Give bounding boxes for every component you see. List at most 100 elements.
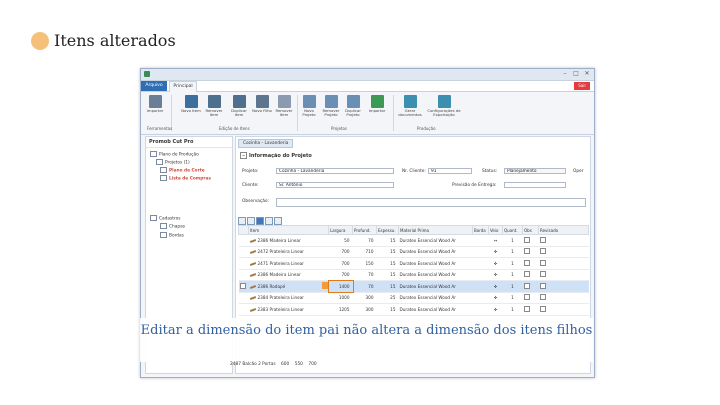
ribbon-remove-project-button[interactable]: Remover Projeto — [321, 95, 341, 118]
tree-item-chapas[interactable]: Chapas — [160, 223, 185, 230]
ribbon-import-button[interactable]: Importar — [145, 95, 165, 113]
col-header-veio[interactable]: Veio — [488, 225, 503, 235]
table-row[interactable]: 2471 Prateleira Linear 700 150 15 Duratex Es… — [238, 257, 589, 270]
cell-largura[interactable]: 700 — [328, 257, 353, 270]
cliente-field[interactable]: Sr. Antônio — [276, 182, 394, 188]
table-row[interactable]: 2386 Rodapé 1400 70 15 Duratex Essencial Woo… — [238, 279, 589, 293]
cell-quant[interactable]: 1 — [502, 280, 523, 293]
cell-borda[interactable] — [472, 269, 489, 281]
cell-revisado[interactable] — [538, 257, 589, 270]
ribbon-generate-docs-button[interactable]: Gerar documentos — [397, 95, 423, 118]
projeto-field[interactable]: Cozinha - Lavanderia — [276, 168, 394, 174]
cell-quant[interactable]: 1 — [502, 234, 523, 247]
col-header-profund[interactable]: Profund. — [352, 225, 377, 235]
minimize-icon[interactable]: – — [562, 70, 568, 77]
checkbox[interactable] — [523, 282, 530, 289]
ribbon-duplicate-item-button[interactable]: Duplicar Item — [229, 95, 249, 118]
cell-item[interactable]: 2386 Madeira Linear — [248, 269, 329, 281]
ribbon-duplicate-project-button[interactable]: Duplicar Projeto — [343, 95, 363, 118]
cell-item[interactable]: 2386 Madeira Linear — [248, 234, 329, 247]
cell-espessura[interactable]: 15 — [376, 303, 399, 316]
col-header-quant[interactable]: Quant. — [502, 225, 523, 235]
cell-profund[interactable]: 150 — [352, 257, 377, 270]
cell-material[interactable]: Duratex Essencial Wood Ar — [398, 246, 473, 258]
cell-revisado[interactable] — [538, 280, 589, 293]
cell-handle[interactable] — [238, 280, 249, 293]
cell-quant[interactable]: 1 — [502, 269, 523, 281]
cell-veio[interactable]: ✣ — [488, 257, 503, 270]
cell-profund[interactable]: 710 — [352, 246, 377, 258]
cell-revisado[interactable] — [538, 292, 589, 304]
cell-material[interactable]: Duratex Essencial Wood Ar — [398, 234, 473, 247]
cell-quant[interactable]: 1 — [502, 292, 523, 304]
checkbox[interactable] — [523, 248, 530, 255]
checkbox[interactable] — [539, 282, 546, 289]
cell-material[interactable]: Duratex Essencial Wood Ar — [398, 257, 473, 270]
nr-cliente-field[interactable]: 91 — [428, 168, 472, 174]
cell-borda[interactable] — [472, 292, 489, 304]
checkbox[interactable] — [523, 259, 530, 266]
cell-obs[interactable] — [522, 303, 539, 316]
cell-veio[interactable]: ✣ — [488, 303, 503, 316]
checkbox[interactable] — [523, 271, 530, 278]
cell-largura[interactable]: 700 — [328, 269, 353, 281]
cell-largura[interactable]: 1400 — [327, 279, 354, 293]
col-header-obs[interactable]: Obs — [522, 225, 539, 235]
table-row[interactable]: 2384 Prateleira Linear 1000 300 25 Duratex E… — [238, 292, 589, 304]
cell-espessura[interactable]: 15 — [376, 246, 399, 258]
cell-largura[interactable]: 1000 — [328, 292, 353, 304]
cell-material[interactable]: Duratex Essencial Wood Ar — [398, 303, 473, 316]
cell-espessura[interactable]: 15 — [376, 280, 399, 293]
cell-espessura[interactable]: 15 — [376, 234, 399, 247]
cell-revisado[interactable] — [538, 234, 589, 247]
tab-principal[interactable]: Principal — [169, 81, 197, 92]
cell-veio[interactable]: ✣ — [488, 246, 503, 258]
table-row[interactable]: 2383 Prateleira Linear 1205 300 15 Duratex E… — [238, 303, 589, 316]
cell-veio[interactable]: ↔ — [488, 234, 503, 247]
col-header-item[interactable]: Item — [248, 225, 329, 235]
cell-veio[interactable]: ✣ — [488, 269, 503, 281]
grid-tool-2-icon[interactable] — [247, 217, 255, 225]
col-header-espessura[interactable]: Espessu. — [376, 225, 399, 235]
cell-profund[interactable]: 70 — [352, 234, 377, 247]
cell-profund[interactable]: 70 — [352, 269, 377, 281]
table-row[interactable]: 2472 Prateleira Linear 700 710 15 Duratex Es… — [238, 246, 589, 258]
cell-borda[interactable] — [472, 303, 489, 316]
document-tab[interactable]: Cozinha - Lavanderia — [238, 139, 294, 148]
cell-borda[interactable] — [472, 234, 489, 247]
cell-obs[interactable] — [522, 257, 539, 270]
col-header-material[interactable]: Material Prima — [398, 225, 473, 235]
cell-handle[interactable] — [238, 269, 249, 281]
cell-obs[interactable] — [522, 269, 539, 281]
cell-quant[interactable]: 1 — [502, 303, 523, 316]
ribbon-import-check-button[interactable]: Importar — [367, 95, 387, 113]
tree-item-plano-producao[interactable]: Plano de Produção — [150, 151, 199, 158]
cell-espessura[interactable]: 25 — [376, 292, 399, 304]
cell-borda[interactable] — [472, 280, 489, 293]
checkbox[interactable] — [539, 236, 546, 243]
cell-handle[interactable] — [238, 303, 249, 316]
observacao-field[interactable] — [276, 198, 586, 207]
cell-obs[interactable] — [522, 234, 539, 247]
cell-handle[interactable] — [238, 234, 249, 247]
col-header-largura[interactable]: Largura — [328, 225, 353, 235]
cell-item[interactable]: 2386 Rodapé — [248, 280, 329, 293]
menu-arquivo[interactable]: Arquivo — [141, 81, 167, 91]
cell-borda[interactable] — [472, 257, 489, 270]
checkbox[interactable] — [539, 271, 546, 278]
cell-veio[interactable]: ✣ — [488, 292, 503, 304]
col-header-revisado[interactable]: Revisado — [538, 225, 589, 235]
cell-quant[interactable]: 1 — [502, 257, 523, 270]
cell-espessura[interactable]: 15 — [376, 269, 399, 281]
checkbox[interactable] — [523, 236, 530, 243]
cell-largura[interactable]: 50 — [328, 234, 353, 247]
table-row[interactable]: 2386 Madeira Linear 50 70 15 Duratex Essenci… — [238, 234, 589, 247]
grid-tool-3-icon[interactable] — [256, 217, 264, 225]
cell-handle[interactable] — [238, 292, 249, 304]
cell-revisado[interactable] — [538, 303, 589, 316]
sair-button[interactable]: Sair — [574, 82, 590, 90]
tree-item-plano-corte[interactable]: Plano de Corte — [160, 167, 205, 174]
cell-veio[interactable]: ✣ — [488, 280, 503, 293]
cell-item[interactable]: 2384 Prateleira Linear — [248, 292, 329, 304]
cell-largura[interactable]: 1205 — [328, 303, 353, 316]
